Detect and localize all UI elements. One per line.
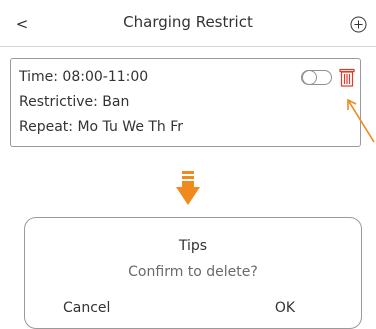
confirm-delete-dialog: Tips Confirm to delete? Cancel OK	[24, 217, 362, 329]
trash-icon	[339, 68, 355, 87]
down-arrow-icon	[176, 171, 200, 205]
cancel-button[interactable]: Cancel	[63, 300, 143, 316]
ok-button[interactable]: OK	[265, 300, 305, 316]
plus-circle-icon	[350, 16, 367, 33]
restriction-type: Restrictive: Ban	[19, 94, 130, 110]
restriction-enable-toggle[interactable]	[301, 70, 332, 85]
delete-button[interactable]	[339, 68, 355, 87]
restriction-repeat: Repeat: Mo Tu We Th Fr	[19, 119, 184, 135]
restriction-card[interactable]: Time: 08:00-11:00 Restrictive: Ban Repea…	[10, 58, 361, 147]
toggle-knob	[302, 70, 317, 85]
restriction-time: Time: 08:00-11:00	[19, 69, 149, 85]
dialog-message: Confirm to delete?	[128, 264, 258, 280]
header-divider	[0, 46, 376, 47]
header-bar: < Charging Restrict	[0, 0, 376, 50]
dialog-title: Tips	[178, 238, 208, 254]
pointer-arrow-icon	[347, 98, 375, 143]
page-title: Charging Restrict	[123, 13, 253, 31]
charging-restrict-screen: < Charging Restrict Time: 08:00-11:00 Re…	[0, 0, 376, 329]
add-restriction-button[interactable]	[350, 16, 367, 33]
